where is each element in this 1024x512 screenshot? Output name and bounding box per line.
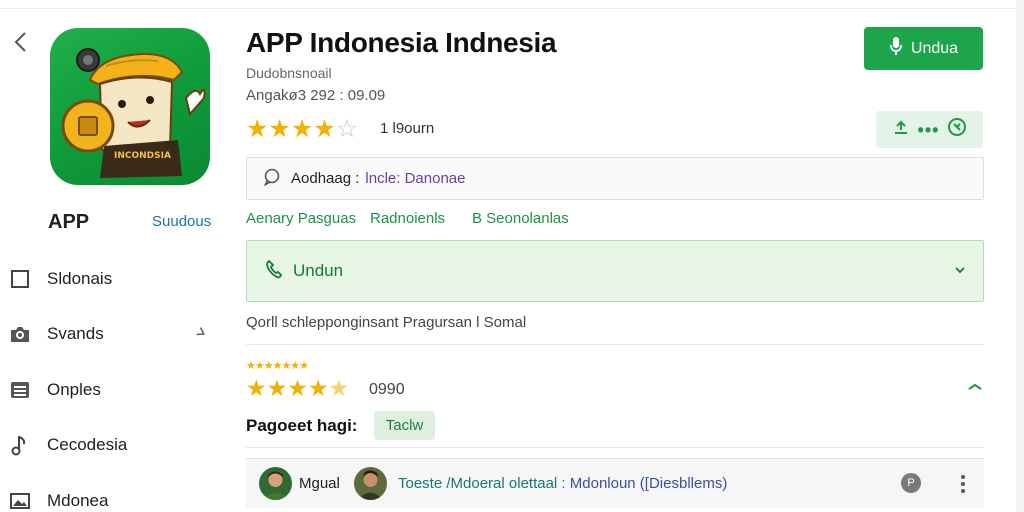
star-icon: ★ bbox=[287, 375, 308, 401]
star-icon: ★ bbox=[268, 115, 291, 143]
info-key: Aodhaag : bbox=[291, 170, 360, 187]
chat-bubble-icon bbox=[263, 168, 281, 190]
sidebar-item-label: Svands bbox=[47, 324, 104, 343]
app-icon: INCONDSIA bbox=[50, 28, 210, 185]
badge-icon[interactable]: P bbox=[901, 473, 921, 493]
sidebar-app-link[interactable]: Suudous bbox=[152, 213, 211, 230]
info-bar: Aodhaag : lncle: Danonae bbox=[246, 157, 984, 200]
phone-icon bbox=[265, 259, 283, 284]
more-dots-icon[interactable]: ••• bbox=[918, 121, 940, 139]
star-icon: ★ bbox=[307, 375, 329, 401]
right-scroll-edge[interactable] bbox=[1016, 0, 1024, 512]
action-bar: ••• bbox=[876, 111, 983, 148]
divider bbox=[246, 447, 984, 448]
star-empty-icon: ☆ bbox=[335, 115, 359, 143]
star-icon: ★ bbox=[290, 115, 314, 143]
camera-icon bbox=[8, 322, 32, 346]
recommend-label: Pagoeet hagi: bbox=[246, 416, 358, 435]
archive-icon bbox=[8, 378, 32, 402]
download-button[interactable]: Unduа bbox=[864, 27, 983, 70]
sidebar-app-label: APP bbox=[48, 211, 90, 233]
developer-name[interactable]: Dudobnsnoail bbox=[246, 65, 332, 81]
review-count: 0990 bbox=[369, 381, 405, 398]
collapse-arrow-icon[interactable] bbox=[966, 381, 984, 395]
app-meta: Angakø3 292 : 09.09 bbox=[246, 87, 386, 104]
sidebar-item-label: Onples bbox=[47, 380, 101, 399]
sidebar-item-mdonea[interactable]: Mdonea bbox=[8, 484, 213, 512]
tab-seonolanlas[interactable]: B Seonolanlas bbox=[472, 210, 569, 227]
clock-icon[interactable] bbox=[947, 117, 967, 142]
chevron-down-icon[interactable] bbox=[195, 325, 209, 344]
comment-text-prefix: Toeste /Mdoeral olettaal : bbox=[398, 475, 566, 492]
star-icon: ★ bbox=[266, 375, 288, 401]
sidebar-item-label: Cecodesia bbox=[47, 435, 128, 454]
share-icon[interactable] bbox=[892, 119, 910, 140]
download-button-label: Unduа bbox=[910, 39, 959, 57]
star-icon: ★ bbox=[246, 375, 267, 401]
chevron-down-icon[interactable] bbox=[953, 263, 967, 282]
sidebar-item-cecodesia[interactable]: Cecodesia bbox=[8, 428, 213, 462]
comment-text: Toeste /Mdoeral olettaal : Mdonloun ([Di… bbox=[398, 475, 727, 492]
download-panel[interactable]: Undun bbox=[246, 240, 984, 302]
sidebar-item-svands[interactable]: Svands bbox=[8, 317, 213, 351]
comment-text-link[interactable]: Mdonloun ([Diesbllems) bbox=[566, 475, 728, 492]
divider bbox=[246, 344, 984, 345]
page-title: APP Indonesia Indnesia bbox=[246, 27, 557, 58]
sidebar-item-sldonais[interactable]: Sldonais bbox=[8, 262, 213, 296]
square-icon bbox=[8, 267, 32, 291]
image-icon bbox=[8, 489, 32, 512]
microphone-icon bbox=[889, 36, 903, 61]
comment-username[interactable]: Mgual bbox=[299, 475, 340, 492]
star-icon: ★ bbox=[246, 115, 269, 143]
description-text: Qorll schlepponginsant Pragursan l Somal bbox=[246, 314, 527, 331]
sidebar-item-label: Sldonais bbox=[47, 269, 113, 288]
download-panel-label: Undun bbox=[293, 261, 344, 280]
music-note-icon bbox=[8, 433, 32, 457]
star-half-icon: ★ bbox=[328, 375, 350, 401]
recommend-chip[interactable]: Taclw bbox=[374, 411, 435, 440]
tab-aenary-pasguas[interactable]: Aenary Pasguas bbox=[246, 210, 356, 227]
tab-radnoienls[interactable]: Radnoienls bbox=[370, 210, 445, 227]
avatar[interactable] bbox=[354, 467, 387, 500]
top-divider bbox=[0, 8, 1024, 9]
sidebar-item-label: Mdonea bbox=[47, 491, 109, 510]
svg-text:INCONDSIA: INCONDSIA bbox=[114, 151, 171, 161]
rating-stars: ★ ★ ★ ★ ☆ bbox=[246, 114, 358, 144]
more-vertical-icon[interactable] bbox=[960, 472, 966, 496]
sidebar-item-onples[interactable]: Onples bbox=[8, 373, 213, 407]
review-stars: ★ ★ ★ ★ ★ bbox=[246, 375, 349, 402]
rating-text: 1 l9ourn bbox=[380, 120, 435, 137]
star-icon: ★ bbox=[313, 115, 336, 143]
avatar[interactable] bbox=[259, 467, 292, 500]
info-value[interactable]: lncle: Danonae bbox=[365, 170, 465, 187]
comment-row: Mgual Toeste /Mdoeral olettaal : Mdonlou… bbox=[246, 458, 984, 508]
back-arrow-icon[interactable] bbox=[10, 30, 32, 54]
mini-rating-stars: ★★★★★★★ bbox=[246, 360, 309, 372]
